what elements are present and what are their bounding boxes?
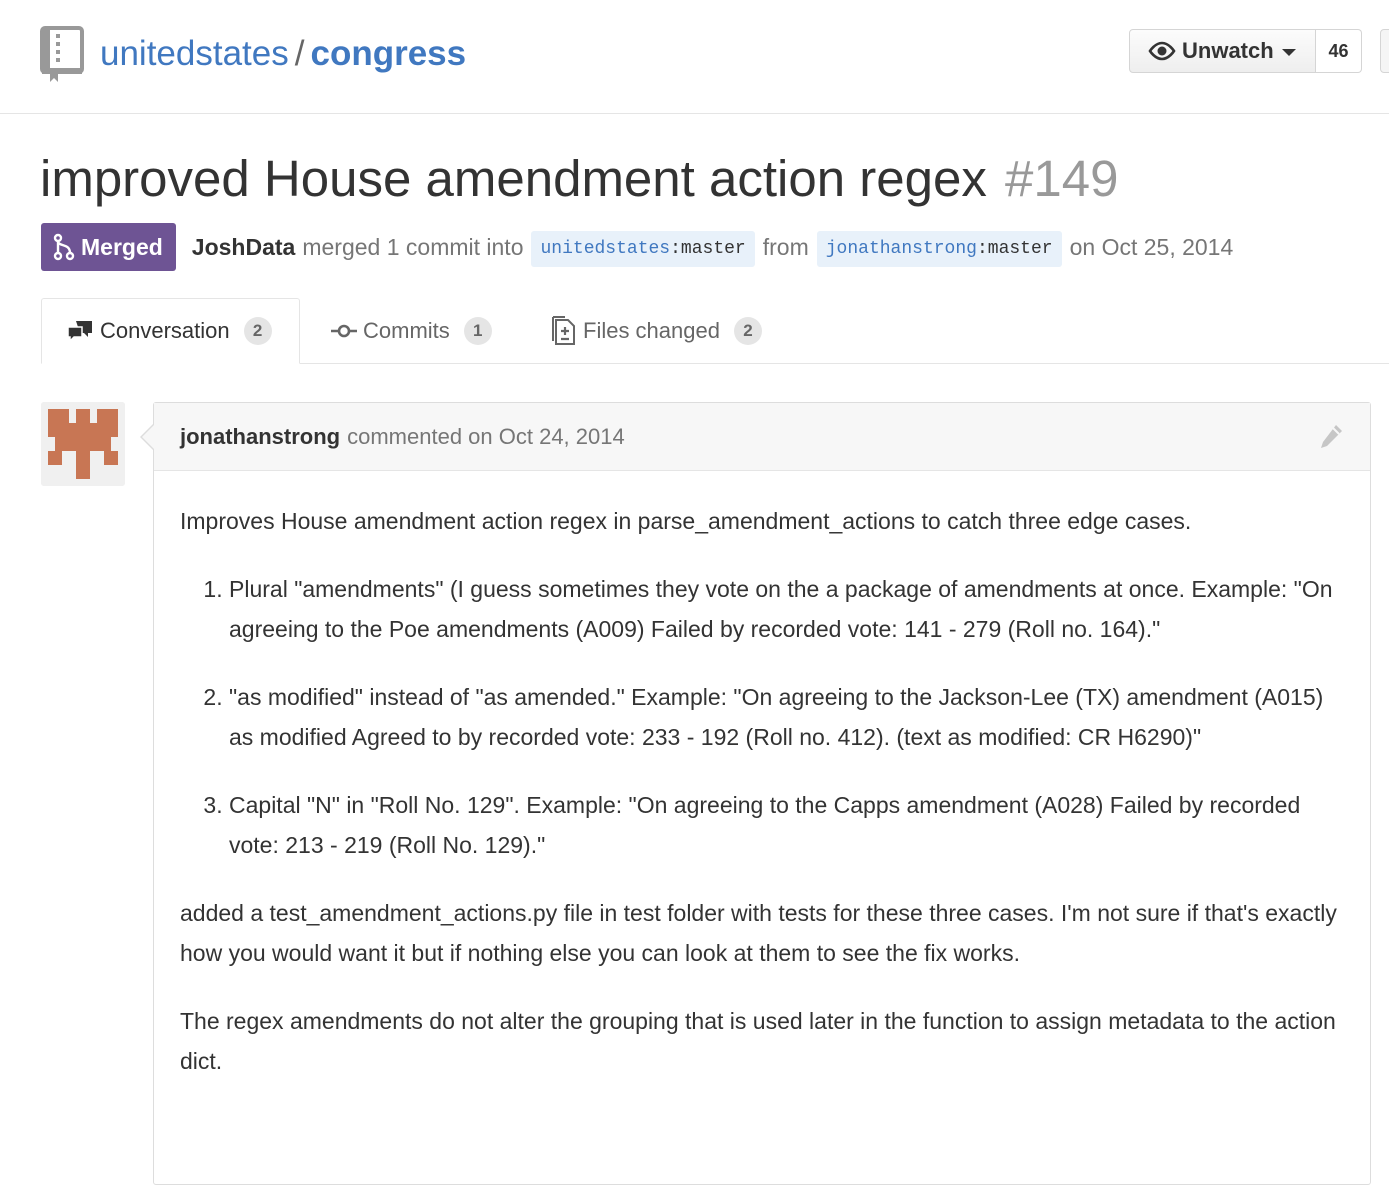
unwatch-button[interactable]: Unwatch [1129, 29, 1316, 73]
pr-tabs: Conversation 2 Commits 1 Files changed 2 [0, 298, 1389, 364]
file-diff-icon [552, 316, 575, 345]
comment-intro: Improves House amendment action regex in… [180, 508, 1192, 534]
watchers-count[interactable]: 46 [1316, 29, 1362, 73]
eye-icon [1148, 41, 1176, 61]
merged-state-badge: Merged [41, 223, 176, 271]
chevron-down-icon [1281, 48, 1296, 56]
merge-action-text: merged 1 commit into [302, 233, 524, 260]
comment-timestamp[interactable]: commented on Oct 24, 2014 [347, 424, 625, 450]
list-item: Plural "amendments" (I guess sometimes t… [229, 569, 1344, 649]
tab-commits-label: Commits [363, 318, 450, 343]
tab-commits-count: 1 [463, 317, 492, 345]
comment-header: jonathanstrong commented on Oct 24, 2014 [154, 403, 1370, 471]
unwatch-label: Unwatch [1182, 38, 1274, 63]
comment-discussion-icon [67, 321, 92, 343]
list-item: "as modified" instead of "as amended." E… [229, 677, 1344, 757]
head-branch-name: master [987, 239, 1053, 259]
tab-conversation[interactable]: Conversation 2 [41, 298, 300, 364]
comment-box: jonathanstrong commented on Oct 24, 2014… [153, 402, 1371, 1185]
pr-meta: Merged JoshData merged 1 commit into uni… [41, 223, 1233, 271]
tab-files-count: 2 [733, 317, 762, 345]
repo-owner-link[interactable]: unitedstates [100, 34, 289, 73]
avatar[interactable] [41, 402, 125, 486]
pr-number: #149 [1005, 150, 1119, 207]
merge-author-link[interactable]: JoshData [192, 234, 296, 261]
star-button[interactable] [1380, 29, 1389, 73]
pencil-icon[interactable] [1318, 423, 1344, 451]
repo-name-link[interactable]: congress [310, 34, 466, 73]
merge-date: on Oct 25, 2014 [1069, 233, 1234, 260]
identicon [41, 402, 125, 486]
list-item: Capital "N" in "Roll No. 129". Example: … [229, 785, 1344, 865]
base-branch[interactable]: unitedstates:master [531, 231, 755, 267]
tab-files-changed[interactable]: Files changed 2 [551, 298, 762, 364]
base-branch-colon: : [670, 239, 681, 259]
edge-case-list: Plural "amendments" (I guess sometimes t… [180, 569, 1344, 865]
merged-label: Merged [81, 233, 163, 260]
pr-title: improved House amendment action regex #1… [40, 146, 1118, 212]
comment-author-link[interactable]: jonathanstrong [180, 424, 340, 450]
head-branch-colon: : [976, 239, 988, 259]
head-branch-owner: jonathanstrong [825, 239, 977, 259]
from-text: from [762, 233, 809, 260]
git-merge-icon [53, 233, 75, 261]
watch-group: Unwatch 46 [1129, 29, 1362, 73]
git-commit-icon [331, 324, 357, 338]
repo-icon [40, 26, 84, 82]
repo-header: unitedstates / congress Unwatch 46 [0, 0, 1389, 114]
base-branch-name: master [680, 239, 746, 259]
head-branch[interactable]: jonathanstrong:master [816, 231, 1062, 267]
pr-title-text: improved House amendment action regex [40, 150, 987, 207]
comment-paragraph-grouping: The regex amendments do not alter the gr… [180, 1008, 1336, 1074]
comment-arrow-fill [142, 424, 155, 450]
tab-commits[interactable]: Commits 1 [331, 298, 492, 364]
repo-separator: / [294, 34, 305, 73]
repo-title: unitedstates / congress [100, 32, 466, 76]
comment-body: Improves House amendment action regex in… [154, 471, 1370, 1081]
tab-files-label: Files changed [583, 318, 720, 343]
tab-conversation-label: Conversation [100, 318, 230, 343]
comment-paragraph-tests: added a test_amendment_actions.py file i… [180, 900, 1337, 966]
tab-conversation-count: 2 [243, 317, 272, 345]
base-branch-owner: unitedstates [540, 239, 671, 259]
